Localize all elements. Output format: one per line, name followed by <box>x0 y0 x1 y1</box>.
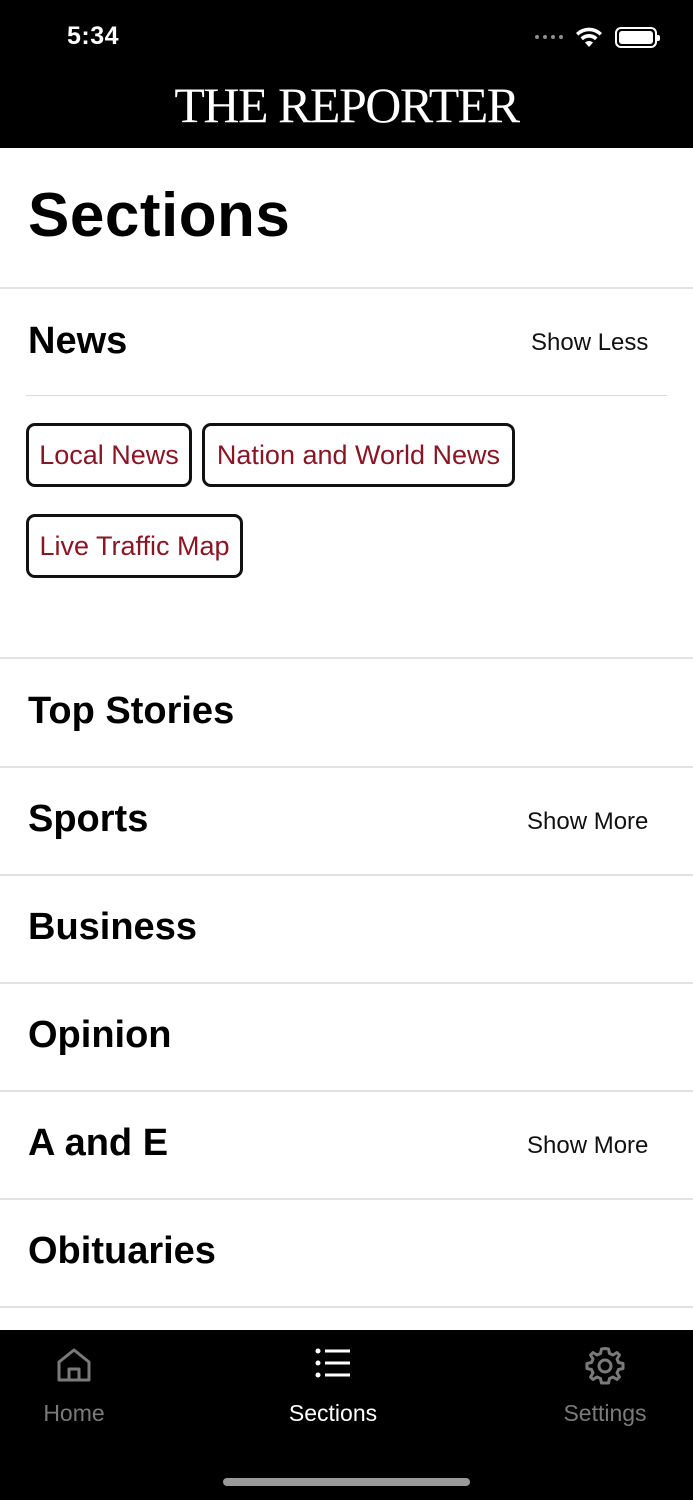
divider <box>0 657 693 659</box>
home-icon <box>57 1348 91 1382</box>
home-indicator[interactable] <box>223 1478 470 1486</box>
tab-label: Settings <box>563 1400 647 1426</box>
page-title: Sections <box>28 181 291 250</box>
subsection-chip-local-news[interactable]: Local News <box>26 423 192 487</box>
section-a-and-e[interactable]: A and E <box>28 1122 168 1165</box>
gear-icon <box>585 1347 625 1385</box>
status-indicators <box>535 26 660 48</box>
tab-label: Sections <box>288 1400 378 1426</box>
divider <box>0 982 693 984</box>
cellular-signal-icon <box>535 35 563 39</box>
subsection-chip-nation-world-news[interactable]: Nation and World News <box>202 423 515 487</box>
battery-icon <box>615 26 660 48</box>
divider <box>0 1090 693 1092</box>
section-obituaries[interactable]: Obituaries <box>28 1230 216 1273</box>
divider <box>0 766 693 768</box>
section-news-title[interactable]: News <box>28 320 127 363</box>
list-icon <box>315 1348 350 1378</box>
divider <box>0 1306 693 1308</box>
status-time: 5:34 <box>67 22 120 50</box>
app-logo: THE REPORTER <box>174 77 520 133</box>
section-top-stories[interactable]: Top Stories <box>28 690 234 733</box>
section-sports[interactable]: Sports <box>28 798 148 841</box>
section-opinion[interactable]: Opinion <box>28 1014 172 1057</box>
tab-label: Home <box>43 1400 105 1426</box>
tab-sections[interactable]: Sections <box>233 1330 433 1440</box>
tab-bar: Home Sections Settings <box>0 1330 693 1500</box>
app-header: 5:34 THE REPORTER <box>0 0 693 148</box>
tab-settings[interactable]: Settings <box>505 1330 693 1440</box>
show-less-button[interactable]: Show Less <box>531 329 648 357</box>
show-more-button[interactable]: Show More <box>527 1132 648 1160</box>
wifi-icon <box>576 27 602 47</box>
divider <box>0 1198 693 1200</box>
divider <box>0 874 693 876</box>
tab-home[interactable]: Home <box>0 1330 174 1440</box>
divider <box>0 287 693 289</box>
subsection-chip-live-traffic-map[interactable]: Live Traffic Map <box>26 514 243 578</box>
show-more-button[interactable]: Show More <box>527 808 648 836</box>
divider <box>26 395 667 396</box>
section-business[interactable]: Business <box>28 906 197 949</box>
